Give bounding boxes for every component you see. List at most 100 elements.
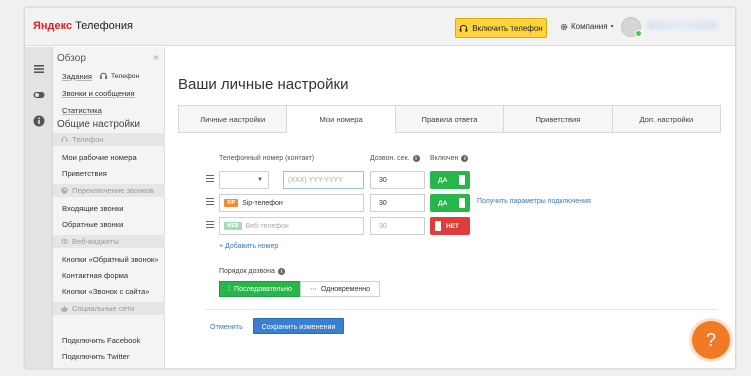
info-icon[interactable]: i (412, 155, 420, 162)
sidebar-item-calls[interactable]: Звонки и сообщения (62, 89, 135, 98)
chevron-down-icon: ▼ (257, 177, 263, 183)
toggle-knob (459, 175, 465, 185)
tab-extra-settings[interactable]: Доп. настройки (611, 105, 722, 133)
sidebar-item-facebook[interactable]: Подключить Facebook (62, 336, 140, 345)
country-code-select[interactable]: ▼ (219, 171, 269, 189)
thumbs-up-icon (61, 305, 68, 312)
sidebar-group-social-label: Социальные сети (72, 304, 135, 313)
enable-phone-button[interactable]: Включить телефон (455, 18, 547, 38)
phone-number-input[interactable]: (XXX) YYY-YYYY (283, 171, 364, 189)
sidebar-item-call-from-site[interactable]: Кнопки «Звонок с сайта» (62, 287, 149, 296)
add-number-link[interactable]: + Добавить номер (219, 243, 278, 250)
sidebar-group-switch: Переключение звонков (53, 184, 165, 197)
avatar[interactable] (621, 17, 642, 37)
column-delay-label: Дозвон. сек. (370, 155, 410, 162)
page-title: Ваши личные настройки (178, 76, 349, 93)
row3-enabled-toggle[interactable]: НЕТ (430, 217, 470, 235)
tab-answer-rules[interactable]: Правила ответа (394, 105, 505, 133)
settings-tabs: Личные настройки Мои номера Правила отве… (178, 105, 722, 133)
sidebar-item-stats[interactable]: Статистика (62, 106, 102, 115)
tab-personal-settings[interactable]: Личные настройки (178, 105, 288, 133)
web-phone-label: Веб-телефон (245, 222, 289, 230)
save-button[interactable]: Сохранить изменения (253, 318, 344, 334)
info-icon[interactable]: i (461, 155, 469, 162)
sidebar-item-incoming[interactable]: Входящие звонки (62, 204, 124, 213)
toggle-icon[interactable] (33, 89, 45, 101)
info-icon[interactable] (33, 115, 45, 127)
company-label: Компания (571, 22, 608, 31)
row2-enabled-toggle[interactable]: ДА (430, 194, 470, 212)
column-phone-label: Телефонный номер (контакт) (219, 155, 315, 162)
sip-tag: SIP (224, 199, 239, 207)
web-phone-field: WEB Веб-телефон (219, 217, 364, 235)
sip-phone-label: Sip-телефон (242, 199, 283, 207)
sidebar-item-twitter[interactable]: Подключить Twitter (62, 352, 129, 361)
row3-enabled-label: НЕТ (446, 222, 459, 230)
drag-handle-icon[interactable] (206, 198, 214, 205)
app-logo[interactable]: Яндекс Телефония (33, 20, 133, 32)
username-redacted (647, 21, 717, 30)
app-window: Яндекс Телефония Включить телефон Компан… (25, 8, 735, 368)
toggle-knob (459, 198, 465, 208)
sidebar-item-phone-label: Телефон (111, 72, 140, 80)
order-sequential-label: Последовательно (234, 285, 292, 293)
drag-handle-icon[interactable] (206, 175, 214, 182)
switch-icon (61, 187, 68, 194)
menu-icon[interactable] (33, 63, 45, 75)
sidebar-group-widgets-label: Веб-виджеты (72, 237, 119, 246)
sidebar-group-phone: Телефон (53, 133, 165, 146)
row1-enabled-label: ДА (438, 176, 448, 184)
sidebar-item-phone[interactable]: Телефон (99, 72, 139, 80)
row3-delay-input[interactable]: 30 (370, 217, 425, 235)
row3-delay-value: 30 (379, 222, 387, 230)
sidebar-item-contact-form[interactable]: Контактная форма (62, 271, 128, 280)
sequential-icon: ⁞ (228, 285, 231, 293)
gear-icon (560, 23, 568, 30)
collapse-sidebar-icon[interactable]: « (153, 52, 159, 63)
sidebar-group-switch-label: Переключение звонков (72, 186, 154, 195)
help-button[interactable]: ? (692, 321, 730, 359)
tab-my-numbers[interactable]: Мои номера (286, 105, 396, 133)
call-order-header: Порядок дозвона i (219, 268, 285, 275)
drag-handle-icon[interactable] (206, 221, 214, 228)
enable-phone-label: Включить телефон (472, 23, 543, 33)
page-frame: Яндекс Телефония Включить телефон Компан… (0, 0, 751, 376)
call-order-label: Порядок дозвона (219, 268, 275, 275)
phone-number-placeholder: (XXX) YYY-YYYY (288, 176, 343, 184)
row2-enabled-label: ДА (438, 199, 448, 207)
main-content: Ваши личные настройки Личные настройки М… (173, 47, 735, 368)
order-simultaneous-button[interactable]: ⋯ Одновременно (300, 281, 380, 297)
get-connection-params-link[interactable]: Получить параметры подключения (477, 198, 591, 205)
row2-delay-input[interactable]: 30 (370, 194, 425, 212)
company-menu[interactable]: Компания ▾ (560, 22, 614, 31)
headset-icon (61, 136, 68, 142)
form-divider (206, 309, 718, 310)
sip-phone-field: SIP Sip-телефон (219, 194, 364, 212)
sidebar-item-callback-buttons[interactable]: Кнопки «Обратный звонок» (62, 255, 158, 264)
sidebar: Обзор « Задания Телефон Звонки и сообщен… (53, 47, 165, 368)
order-sequential-button[interactable]: ⁞ Последовательно (219, 281, 301, 297)
tab-greetings[interactable]: Приветствия (503, 105, 613, 133)
sidebar-item-greetings[interactable]: Приветствия (62, 169, 107, 178)
row1-delay-input[interactable]: 30 (370, 171, 425, 189)
web-tag: WEB (224, 222, 242, 230)
logo-product: Телефония (75, 20, 133, 32)
sidebar-item-tasks[interactable]: Задания (62, 72, 92, 81)
row2-delay-value: 30 (379, 199, 387, 207)
column-phone-header: Телефонный номер (контакт) (219, 155, 314, 162)
icon-rail (25, 47, 53, 368)
sidebar-item-callbacks[interactable]: Обратные звонки (62, 220, 123, 229)
row1-delay-value: 30 (379, 176, 387, 184)
online-status-icon (635, 30, 642, 37)
info-icon[interactable]: i (277, 268, 285, 275)
sidebar-group-widgets: Веб-виджеты (53, 235, 165, 248)
globe-icon (61, 238, 68, 245)
row1-enabled-toggle[interactable]: ДА (430, 171, 470, 189)
cancel-button[interactable]: Отменить (210, 322, 243, 331)
sidebar-item-my-numbers[interactable]: Мои рабочие номера (62, 153, 137, 162)
simultaneous-icon: ⋯ (310, 286, 317, 293)
column-enabled-header: Включен i (430, 155, 469, 162)
sidebar-group-social: Социальные сети (53, 302, 165, 315)
headset-icon (100, 72, 107, 79)
sidebar-overview-title: Обзор (57, 53, 86, 64)
